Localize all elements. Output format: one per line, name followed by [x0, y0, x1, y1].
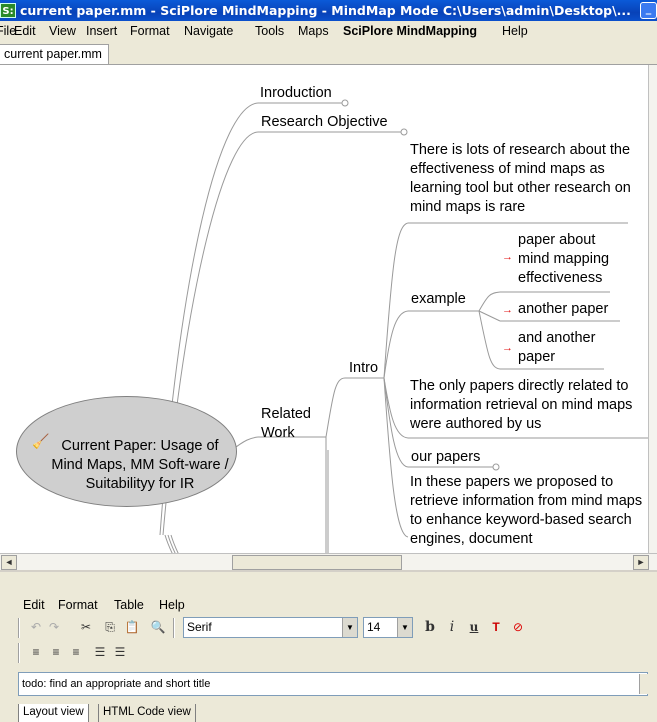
editor-toolbar-primary: ↶ ↷ ✂ ⎘ 📋 🔍 Serif ▼ 14 ▼ b i u T ⊘: [0, 616, 657, 640]
paste-icon[interactable]: 📋: [124, 619, 140, 635]
clear-format-icon[interactable]: ⊘: [510, 619, 526, 635]
link-arrow-icon: →: [502, 251, 513, 263]
menu-insert[interactable]: Insert: [86, 24, 117, 39]
menu-sciplore[interactable]: SciPlore MindMapping: [343, 24, 477, 39]
text-color-icon[interactable]: T: [488, 619, 504, 635]
root-node-label[interactable]: Current Paper: Usage of Mind Maps, MM So…: [50, 437, 230, 494]
link-arrow-icon: →: [502, 304, 513, 316]
chevron-down-icon[interactable]: ▼: [397, 618, 412, 637]
horizontal-scroll-thumb[interactable]: [232, 555, 402, 570]
tab-current-paper[interactable]: current paper.mm: [0, 44, 109, 64]
align-center-icon[interactable]: ≡: [48, 644, 64, 660]
tab-layout-view[interactable]: Layout view: [18, 704, 89, 722]
menu-tools[interactable]: Tools: [255, 24, 284, 39]
bullet-list-icon[interactable]: ☰: [92, 644, 108, 660]
node-research-objective[interactable]: Research Objective: [261, 113, 388, 132]
undo-icon[interactable]: ↶: [28, 619, 44, 635]
node-these-papers[interactable]: In these papers we proposed to retrieve …: [410, 473, 648, 549]
font-size-value: 14: [367, 620, 381, 634]
node-our-papers[interactable]: our papers: [411, 448, 480, 467]
underline-icon[interactable]: u: [466, 619, 482, 635]
note-text-area[interactable]: todo: find an appropriate and short titl…: [18, 672, 648, 696]
menu-navigate[interactable]: Navigate: [184, 24, 233, 39]
title-bar: S: current paper.mm - SciPlore MindMappi…: [0, 0, 657, 21]
editor-menu-table[interactable]: Table: [114, 598, 144, 612]
map-tab-strip: current paper.mm: [0, 41, 657, 65]
editor-menu-format[interactable]: Format: [58, 598, 98, 612]
menu-bar: File Edit View Insert Format Navigate To…: [0, 21, 657, 41]
app-window: S: current paper.mm - SciPlore MindMappi…: [0, 0, 657, 722]
numbered-list-icon[interactable]: ☰: [112, 644, 128, 660]
mindmap-canvas[interactable]: Inroduction Research Objective There is …: [0, 65, 648, 553]
chevron-down-icon[interactable]: ▼: [342, 618, 357, 637]
note-editor: Edit Format Table Help ↶ ↷ ✂ ⎘ 📋 🔍 Serif…: [0, 570, 657, 722]
redo-icon[interactable]: ↷: [46, 619, 62, 635]
window-title: current paper.mm - SciPlore MindMapping …: [20, 3, 631, 18]
tab-html-code-view[interactable]: HTML Code view: [98, 704, 196, 722]
align-left-icon[interactable]: ≡: [28, 644, 44, 660]
scroll-left-button[interactable]: ◄: [1, 555, 17, 570]
menu-format[interactable]: Format: [130, 24, 170, 39]
vertical-scrollbar[interactable]: [648, 65, 657, 553]
broom-icon: 🧹: [32, 433, 50, 449]
node-paper-about[interactable]: paper about mind mapping effectiveness: [518, 231, 628, 288]
toolbar-separator: [173, 618, 175, 638]
menu-help[interactable]: Help: [502, 24, 528, 39]
scroll-right-button[interactable]: ►: [633, 555, 649, 570]
editor-menu-help[interactable]: Help: [159, 598, 185, 612]
bold-icon[interactable]: b: [422, 619, 438, 635]
note-scrollbar[interactable]: [639, 674, 649, 694]
editor-menu-bar: Edit Format Table Help: [0, 596, 657, 614]
minimize-button[interactable]: _: [640, 2, 657, 19]
node-research-text[interactable]: There is lots of research about the effe…: [410, 141, 635, 217]
editor-toolbar-paragraph: ≡ ≡ ≡ ☰ ☰: [0, 641, 657, 663]
horizontal-scrollbar[interactable]: ◄ ►: [0, 553, 657, 570]
node-another-paper[interactable]: another paper: [518, 300, 608, 319]
menu-edit[interactable]: Edit: [14, 24, 36, 39]
align-right-icon[interactable]: ≡: [68, 644, 84, 660]
font-family-select[interactable]: Serif ▼: [183, 617, 358, 638]
node-related-work[interactable]: Related Work: [261, 405, 331, 443]
copy-icon[interactable]: ⎘: [102, 619, 118, 635]
node-only-papers[interactable]: The only papers directly related to info…: [410, 377, 648, 434]
link-arrow-icon: →: [502, 342, 513, 354]
cut-icon[interactable]: ✂: [78, 619, 94, 635]
node-intro[interactable]: Intro: [349, 359, 378, 378]
editor-menu-edit[interactable]: Edit: [23, 598, 45, 612]
italic-icon[interactable]: i: [444, 619, 460, 635]
node-and-another[interactable]: and another paper: [518, 329, 613, 367]
app-icon: S:: [0, 3, 16, 18]
node-introduction[interactable]: Inroduction: [260, 84, 332, 103]
menu-view[interactable]: View: [49, 24, 76, 39]
menu-maps[interactable]: Maps: [298, 24, 329, 39]
toolbar-separator: [18, 618, 20, 638]
font-size-select[interactable]: 14 ▼: [363, 617, 413, 638]
find-icon[interactable]: 🔍: [150, 619, 166, 635]
node-example[interactable]: example: [411, 290, 466, 309]
font-family-value: Serif: [187, 620, 212, 634]
toolbar-separator: [18, 643, 20, 663]
note-content: todo: find an appropriate and short titl…: [22, 678, 211, 690]
